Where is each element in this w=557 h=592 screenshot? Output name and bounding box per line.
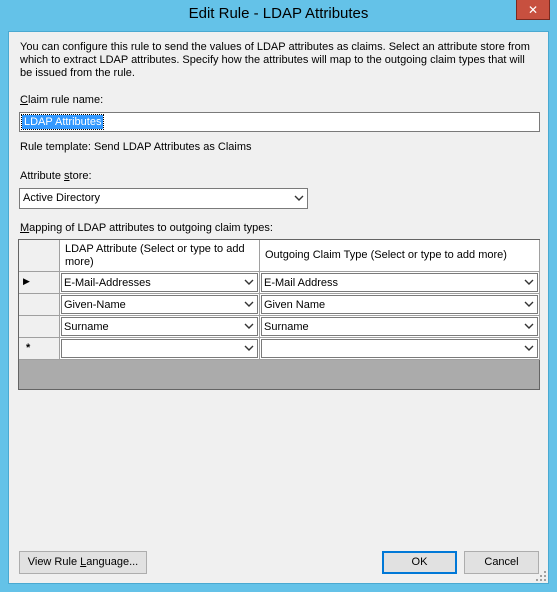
attribute-store-dropdown[interactable]: Active Directory (19, 188, 308, 209)
chevron-down-icon (244, 279, 254, 285)
chevron-down-icon (524, 279, 534, 285)
ldap-attribute-cell[interactable]: Given-Name (60, 294, 260, 316)
claim-type-cell[interactable]: Given Name (260, 294, 540, 316)
mapping-label: Mapping of LDAP attributes to outgoing c… (20, 222, 273, 234)
edit-rule-dialog: Edit Rule - LDAP Attributes ✕ You can co… (0, 0, 557, 592)
row-header[interactable] (19, 316, 60, 338)
close-button[interactable]: ✕ (516, 0, 550, 20)
ok-button[interactable]: OK (382, 551, 457, 574)
claim-type-cell[interactable]: E-Mail Address (260, 272, 540, 294)
ldap-attribute-dropdown[interactable]: Surname (61, 317, 258, 336)
view-rule-language-button[interactable]: View Rule Language... (19, 551, 147, 574)
claim-type-dropdown[interactable] (261, 339, 538, 358)
claim-rule-name-label: Claim rule name: (20, 94, 104, 106)
chevron-down-icon (294, 195, 304, 201)
chevron-down-icon (524, 345, 534, 351)
row-header[interactable]: * (19, 338, 60, 360)
claim-type-dropdown[interactable]: E-Mail Address (261, 273, 538, 292)
ldap-attribute-cell[interactable] (60, 338, 260, 360)
grid-corner-header (19, 240, 60, 272)
resize-grip-icon[interactable] (535, 570, 547, 582)
mapping-grid[interactable]: LDAP Attribute (Select or type to add mo… (18, 239, 540, 390)
claim-rule-name-value: LDAP Attributes (20, 114, 105, 130)
description-text: You can configure this rule to send the … (20, 41, 530, 79)
new-row-icon: * (26, 342, 31, 354)
cancel-button[interactable]: Cancel (464, 551, 539, 574)
claim-type-cell[interactable]: Surname (260, 316, 540, 338)
chevron-down-icon (244, 323, 254, 329)
close-icon: ✕ (527, 2, 539, 17)
row-header[interactable] (19, 294, 60, 316)
ldap-attribute-cell[interactable]: Surname (60, 316, 260, 338)
rule-template-text: Rule template: Send LDAP Attributes as C… (20, 141, 252, 153)
chevron-down-icon (524, 301, 534, 307)
ldap-attribute-dropdown[interactable]: Given-Name (61, 295, 258, 314)
column-header-ldap-attribute[interactable]: LDAP Attribute (Select or type to add mo… (60, 240, 260, 272)
row-pointer-icon: ▶ (23, 276, 30, 286)
dialog-body: You can configure this rule to send the … (8, 31, 549, 584)
title-bar[interactable]: Edit Rule - LDAP Attributes ✕ (0, 0, 557, 31)
claim-type-cell[interactable] (260, 338, 540, 360)
claim-type-dropdown[interactable]: Surname (261, 317, 538, 336)
claim-rule-name-input[interactable]: LDAP Attributes (19, 112, 540, 132)
ldap-attribute-cell[interactable]: E-Mail-Addresses (60, 272, 260, 294)
chevron-down-icon (244, 301, 254, 307)
ldap-attribute-dropdown[interactable]: E-Mail-Addresses (61, 273, 258, 292)
ldap-attribute-dropdown[interactable] (61, 339, 258, 358)
attribute-store-label: Attribute store: (20, 170, 92, 182)
claim-type-dropdown[interactable]: Given Name (261, 295, 538, 314)
attribute-store-value: Active Directory (23, 192, 101, 204)
chevron-down-icon (524, 323, 534, 329)
column-header-outgoing-claim-type[interactable]: Outgoing Claim Type (Select or type to a… (260, 240, 540, 272)
chevron-down-icon (244, 345, 254, 351)
window-title: Edit Rule - LDAP Attributes (188, 5, 369, 22)
row-header[interactable]: ▶ (19, 272, 60, 294)
